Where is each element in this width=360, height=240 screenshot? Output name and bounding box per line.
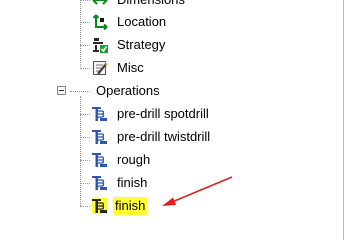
- annotation-arrow: [162, 176, 233, 206]
